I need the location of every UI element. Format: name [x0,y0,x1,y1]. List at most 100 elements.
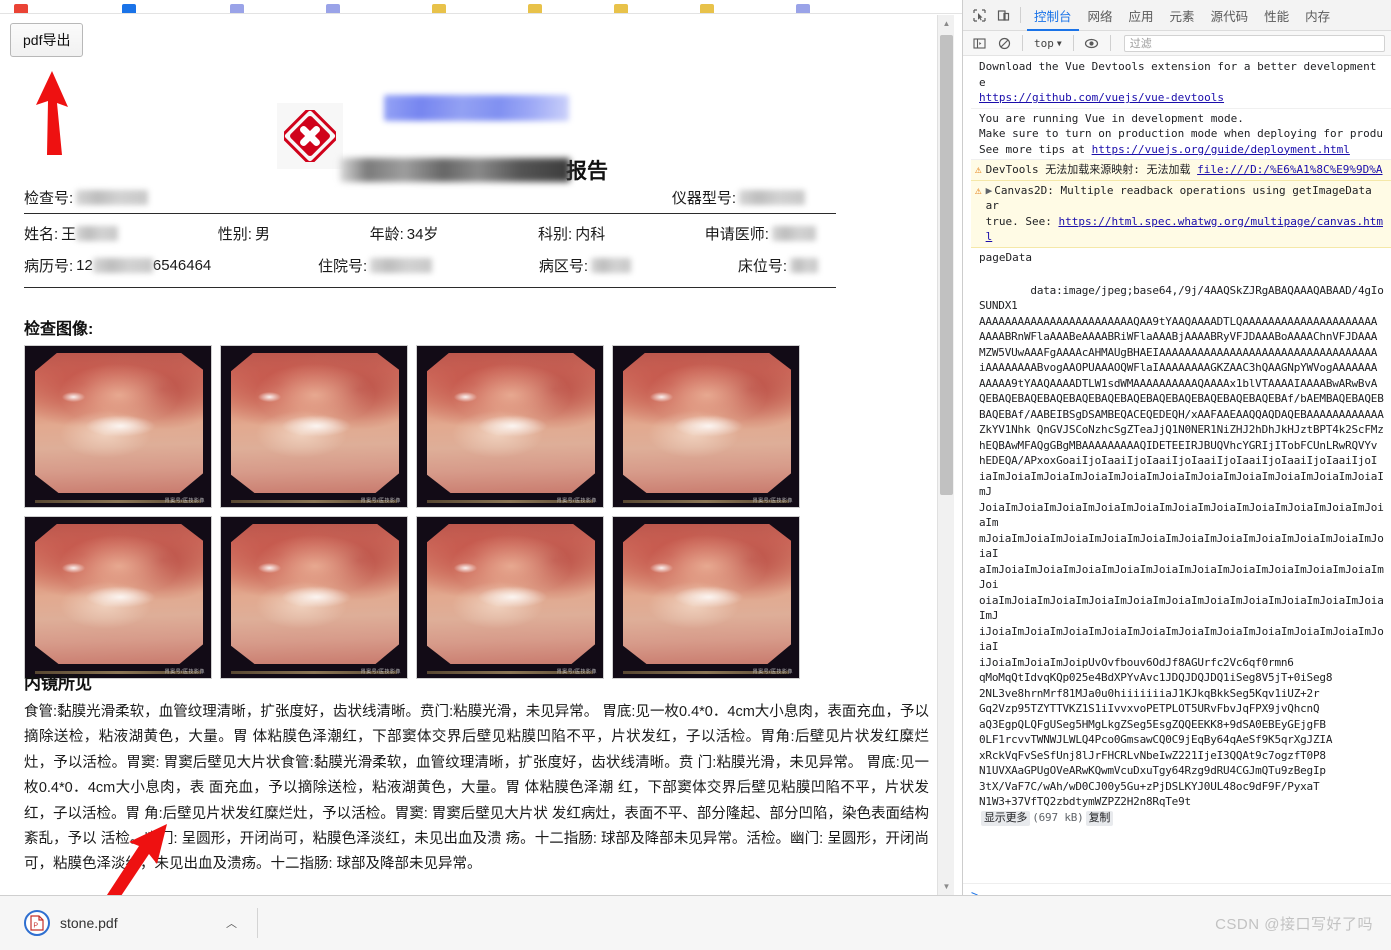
tab-performance[interactable]: 性能 [1257,0,1296,31]
exam-images-title: 检查图像: [0,315,943,345]
findings-section: 内镜所见 食管:黏膜光滑柔软，血管纹理清晰，扩张度好，齿状线清晰。贲门:粘膜光滑… [0,655,943,895]
specular-highlight [85,586,156,608]
report-title-suffix: 报告 [566,155,608,185]
endoscopy-image[interactable]: 胃窦号/医技影像 [24,345,212,508]
specular-highlight [477,586,548,608]
hospital-cross-logo [277,103,343,169]
favicon[interactable] [432,4,446,13]
endoscopy-image-frame [427,524,595,664]
devtools-tabbar: 控制台 网络 应用 元素 源代码 性能 内存 [963,0,1391,31]
chevron-up-icon[interactable]: ︿ [220,915,243,931]
favicon[interactable] [14,4,28,13]
specular-highlight [281,415,352,437]
inspect-element-icon[interactable] [968,4,990,26]
console-messages[interactable]: Download the Vue Devtools extension for … [963,57,1391,883]
console-sidebar-icon[interactable] [968,32,990,54]
patient-age-value: 34岁 [407,223,439,244]
patient-name-redacted [76,226,118,241]
endoscopy-image[interactable]: 胃窦号/医技影像 [220,345,408,508]
endoscopy-image-frame [231,353,399,493]
console-message-vue-devtools: Download the Vue Devtools extension for … [971,57,1391,109]
favicon[interactable] [796,4,810,13]
tab-sources[interactable]: 源代码 [1204,0,1256,31]
endoscopy-image[interactable]: 胃窦号/医技影像 [416,345,604,508]
scroll-up-arrow-icon[interactable]: ▲ [938,15,955,32]
tab-network[interactable]: 网络 [1081,0,1120,31]
specular-highlight [650,563,674,573]
chevron-down-icon: ▼ [1057,39,1062,48]
patient-info-row-2: 病历号: 12 6546464 住院号: 病区号: 床位号: [0,246,860,278]
tab-elements[interactable]: 元素 [1163,0,1202,31]
ward-no-redacted [591,258,631,273]
warning-triangle-icon: ⚠ [975,162,982,178]
scrollbar-thumb[interactable] [940,35,953,495]
report-title-redacted [340,158,570,182]
exam-number-field: 检查号: [24,187,148,208]
pdf-export-button[interactable]: pdf导出 [10,23,83,57]
download-item[interactable]: P stone.pdf ︿ [14,905,253,941]
sourcemap-warning-text: DevTools 无法加载来源映射: 无法加载 [986,163,1197,176]
tab-application[interactable]: 应用 [1122,0,1161,31]
tab-memory[interactable]: 内存 [1298,0,1337,31]
specular-highlight [62,563,86,573]
content-scrollbar[interactable]: ▲ ▼ [937,15,954,895]
base64-data-output[interactable]: data:image/jpeg;base64,/9j/4AAQSkZJRgABA… [971,265,1391,844]
endoscopy-image-frame [427,353,595,493]
favicon[interactable] [614,4,628,13]
favicon[interactable] [122,4,136,13]
patient-gender-field: 性别: 男 [218,223,270,244]
medical-record-no-suffix: 6546464 [153,257,211,274]
admission-no-redacted [370,258,432,273]
vue-devmode-line3: See more tips at [979,143,1092,156]
clear-console-icon[interactable] [993,32,1015,54]
specular-highlight [258,392,282,402]
sourcemap-warning-link[interactable]: file:///D:/%E6%A1%8C%E9%9D%A [1197,163,1382,176]
live-expression-eye-icon[interactable] [1081,32,1103,54]
vue-devtools-link[interactable]: https://github.com/vuejs/vue-devtools [979,90,1387,106]
device-toolbar-icon[interactable] [992,4,1014,26]
base64-prefix: data:image/jpeg;base64, [1030,284,1178,297]
pdf-file-icon: P [24,910,50,936]
execution-context-selector[interactable]: top ▼ [1030,37,1066,50]
console-filter-input[interactable]: 过滤 [1124,35,1385,52]
exam-images-section: 检查图像: 胃窦号/医技影像胃窦号/医技影像胃窦号/医技影像胃窦号/医技影像胃窦… [0,315,943,679]
favicon[interactable] [230,4,244,13]
patient-age-field: 年龄: 34岁 [370,223,439,244]
show-more-button[interactable]: 显示更多 [981,811,1030,827]
page-content: pdf导出 [0,15,960,895]
favicon[interactable] [326,4,340,13]
scroll-down-arrow-icon[interactable]: ▼ [938,878,955,895]
download-shelf: P stone.pdf ︿ CSDN @接口写好了吗 [0,895,1391,950]
department-value: 内科 [575,223,605,244]
specular-highlight [258,563,282,573]
instrument-model-field: 仪器型号: [672,187,805,208]
favicon[interactable] [700,4,714,13]
patient-name-value: 王 [61,223,76,244]
hospital-name-redacted [384,95,569,121]
exam-image-grid: 胃窦号/医技影像胃窦号/医技影像胃窦号/医技影像胃窦号/医技影像胃窦号/医技影像… [0,345,943,679]
patient-gender-label: 性别: [218,223,252,244]
base64-body: /9j/4AAQSkZJRgABAQAAAQABAAD/4gIoSUNDX1 A… [979,284,1384,809]
admission-no-field: 住院号: [318,255,432,276]
canvas2d-warning-text: Canvas2D: Multiple readback operations u… [986,184,1372,213]
favicon[interactable] [528,4,542,13]
bed-no-label: 床位号: [738,255,787,276]
patient-name-label: 姓名: [24,223,58,244]
patient-age-label: 年龄: [370,223,404,244]
copy-button[interactable]: 复制 [1086,811,1114,827]
expand-triangle-icon[interactable]: ▶ [986,184,993,197]
report-title: 报告 [340,155,608,185]
vue-deployment-link[interactable]: https://vuejs.org/guide/deployment.html [1092,143,1350,156]
exam-number-value-redacted [76,190,148,205]
endoscopy-image-frame [35,353,203,493]
csdn-watermark: CSDN @接口写好了吗 [1215,913,1373,934]
image-watermark: 胃窦号/医技影像 [165,497,205,504]
image-watermark: 胃窦号/医技影像 [753,497,793,504]
image-watermark: 胃窦号/医技影像 [361,497,401,504]
vue-devmode-line1: You are running Vue in development mode. [979,111,1387,127]
endoscopy-report-document: pdf导出 [0,15,943,23]
endoscopy-image[interactable]: 胃窦号/医技影像 [612,345,800,508]
instrument-model-value-redacted [739,190,805,205]
patient-name-field: 姓名: 王 [24,223,118,244]
tab-console[interactable]: 控制台 [1027,0,1079,31]
